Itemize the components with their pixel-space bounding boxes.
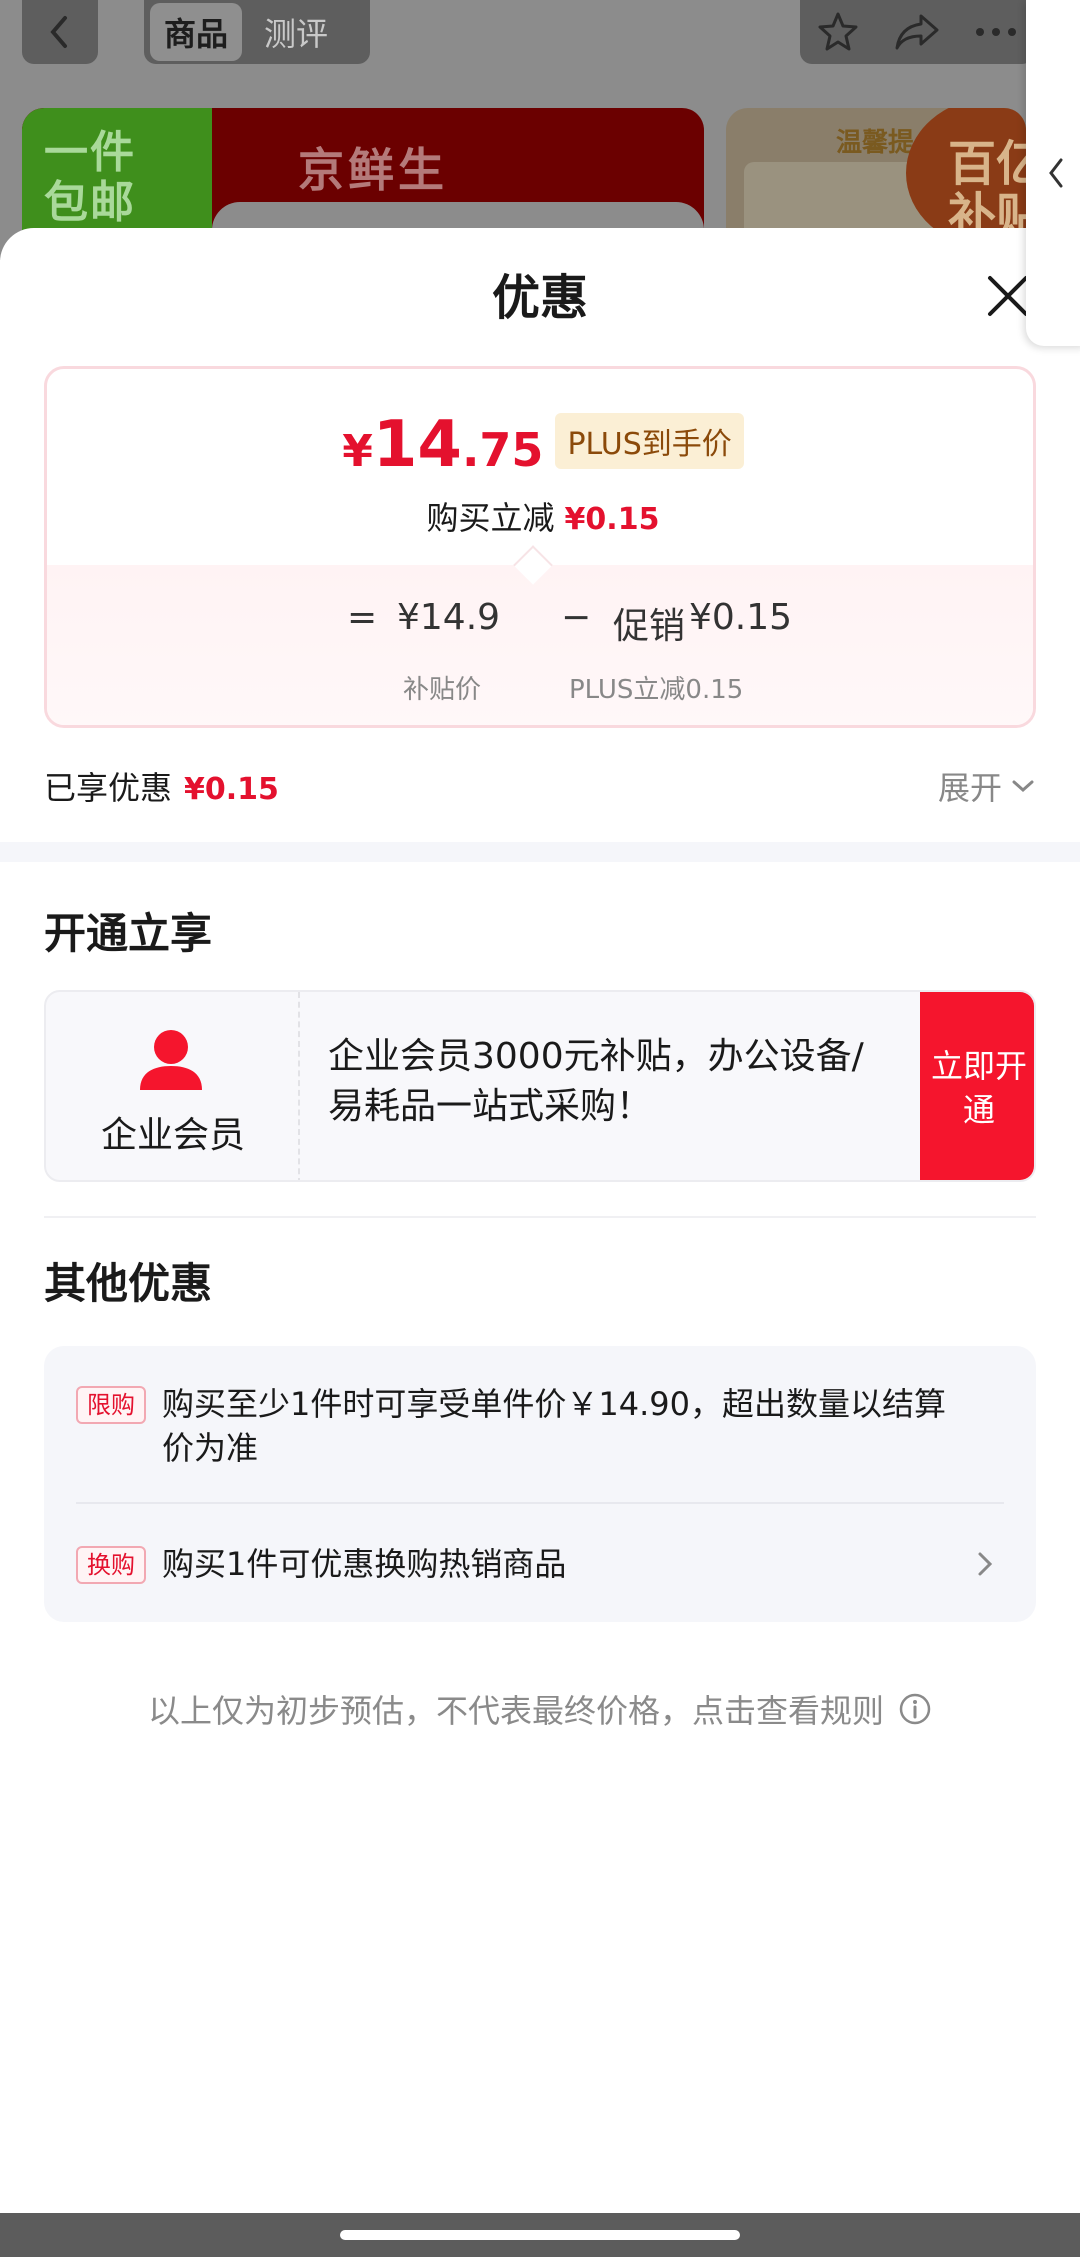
- base-price: ¥14.9: [397, 597, 501, 638]
- notice-title: 温馨提: [836, 128, 915, 158]
- member-badge: 企业会员: [46, 992, 300, 1180]
- chevron-left-icon: [50, 16, 67, 48]
- expand-button[interactable]: 展开: [938, 763, 1036, 809]
- side-drawer-tab[interactable]: [1026, 0, 1080, 346]
- final-price-row: ¥14.75 PLUS到手价: [47, 408, 1033, 482]
- limit-tag: 限购: [76, 1386, 146, 1424]
- equals-sign: =: [347, 597, 378, 638]
- promo-caption: PLUS立减0.15: [569, 675, 744, 705]
- thin-divider: [44, 1216, 1036, 1218]
- promo-value: ¥0.15: [689, 597, 793, 638]
- chevron-right-icon: [978, 1552, 993, 1576]
- user-icon: [140, 1030, 202, 1090]
- limit-text: 购买至少1件时可享受单件价￥14.90，超出数量以结算价为准: [162, 1385, 946, 1467]
- promo-label: 促销: [613, 606, 686, 647]
- minus-sign: −: [561, 597, 592, 638]
- share-icon[interactable]: [893, 12, 941, 52]
- final-price: ¥14.75: [342, 408, 544, 482]
- price-breakdown-card: ¥14.75 PLUS到手价 购买立减 ¥0.15 = ¥14.9 − 促销 ¥0…: [44, 366, 1036, 728]
- price-formula-captions: 补贴价 PLUS立减0.15: [47, 669, 1033, 709]
- section-divider: [0, 842, 1080, 862]
- badge-line-2: 包邮: [44, 177, 136, 228]
- top-tabs: 商品 测评: [144, 0, 370, 64]
- membership-section-title: 开通立享: [44, 909, 213, 958]
- discount-sheet: 优惠 ¥14.75 PLUS到手价 购买立减 ¥0.15 = ¥14.9 − 促销…: [0, 228, 1080, 2213]
- exchange-text: 购买1件可优惠换购热销商品: [162, 1545, 567, 1583]
- enjoyed-label: 已享优惠: [44, 769, 173, 807]
- banner-title: 京鲜生: [298, 143, 448, 197]
- sheet-title: 优惠: [491, 270, 588, 326]
- subsidy-line-1: 百亿: [948, 136, 1026, 192]
- background-product-page: 商品 测评 一件 包邮 京鲜生 温馨提 百亿 补贴: [0, 0, 1080, 260]
- close-icon[interactable]: [984, 272, 1032, 320]
- price-formula: = ¥14.9 − 促销 ¥0.15: [47, 597, 1033, 647]
- enjoyed-value: ¥0.15: [184, 772, 279, 807]
- chevron-left-icon: [1049, 158, 1063, 188]
- list-separator: [76, 1502, 1004, 1504]
- tab-review[interactable]: 测评: [250, 3, 342, 61]
- other-discounts-card: 限购 购买至少1件时可享受单件价￥14.90，超出数量以结算价为准 换购 购买1…: [44, 1346, 1036, 1622]
- badge-line-1: 一件: [44, 127, 136, 178]
- rules-note-text: 以上仅为初步预估，不代表最终价格，点击查看规则: [147, 1692, 884, 1730]
- instant-discount-label: 购买立减: [426, 499, 555, 537]
- top-actions: [800, 0, 1034, 64]
- base-price-caption: 补贴价: [403, 675, 482, 705]
- member-name: 企业会员: [100, 1115, 245, 1156]
- more-icon[interactable]: [974, 26, 1018, 38]
- other-section-title: 其他优惠: [44, 1259, 213, 1308]
- member-description: 企业会员3000元补贴，办公设备/易耗品一站式采购！: [328, 1036, 864, 1127]
- instant-discount-row: 购买立减 ¥0.15: [47, 493, 1033, 539]
- enjoyed-discount-row: 已享优惠 ¥0.15 展开: [44, 756, 1036, 816]
- chevron-down-icon: [1012, 780, 1034, 793]
- plus-price-tag: PLUS到手价: [555, 413, 744, 469]
- list-item[interactable]: 换购 购买1件可优惠换购热销商品: [76, 1542, 1004, 1592]
- instant-discount-value: ¥0.15: [564, 502, 660, 537]
- tab-product[interactable]: 商品: [150, 3, 243, 61]
- enterprise-member-card[interactable]: 企业会员 企业会员3000元补贴，办公设备/易耗品一站式采购！ 立即开通: [44, 990, 1036, 1182]
- exchange-tag: 换购: [76, 1546, 146, 1584]
- list-item: 限购 购买至少1件时可享受单件价￥14.90，超出数量以结算价为准: [76, 1382, 1004, 1482]
- star-icon[interactable]: [816, 10, 860, 54]
- home-indicator[interactable]: [340, 2230, 740, 2240]
- activate-button[interactable]: 立即开通: [920, 992, 1034, 1180]
- rules-note[interactable]: 以上仅为初步预估，不代表最终价格，点击查看规则: [0, 1686, 1080, 1732]
- expand-label: 展开: [937, 769, 1002, 807]
- info-icon: [899, 1693, 931, 1725]
- back-button[interactable]: [22, 0, 98, 64]
